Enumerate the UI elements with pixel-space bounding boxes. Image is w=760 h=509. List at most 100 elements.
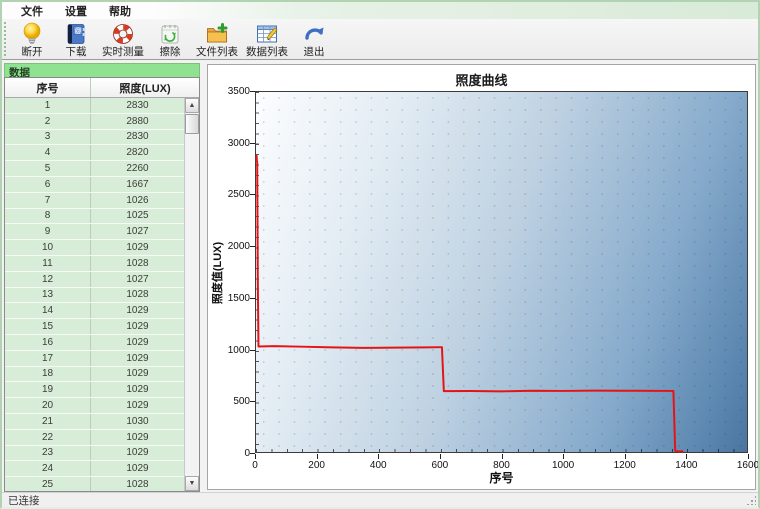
cell-lux: 1030 [126, 415, 149, 427]
table-row[interactable]: 20 1029 [5, 398, 184, 414]
scrollbar-track[interactable] [185, 134, 199, 476]
disconnect-button[interactable]: 断开 [10, 19, 54, 59]
menu-settings[interactable]: 设置 [56, 2, 96, 20]
cell-index: 1 [5, 98, 91, 113]
table-row[interactable]: 25 1028 [5, 477, 184, 491]
table-body: 1 2830 2 2880 3 2830 4 2820 5 2260 6 1667 7 1026 8 1025… [5, 98, 184, 491]
table-row[interactable]: 1 2830 [5, 98, 184, 114]
table-row[interactable]: 6 1667 [5, 176, 184, 193]
cell-index: 6 [5, 176, 91, 192]
cell-lux: 2830 [126, 99, 149, 111]
table-row[interactable]: 3 2830 [5, 129, 184, 146]
table-row[interactable]: 9 1027 [5, 224, 184, 241]
cell-index: 19 [5, 382, 91, 398]
column-header-lux[interactable]: 照度(LUX) [91, 78, 199, 97]
toolbar-label: 实时测量 [102, 46, 144, 58]
table-scrollbar[interactable]: ▲ ▼ [184, 98, 199, 491]
scroll-up-button[interactable]: ▲ [185, 98, 199, 113]
table-row[interactable]: 13 1028 [5, 287, 184, 304]
x-tick-mark [748, 454, 749, 459]
x-tick-label: 200 [308, 460, 325, 471]
cell-index: 16 [5, 334, 91, 350]
toolbar-grip[interactable] [3, 21, 8, 57]
x-tick-mark [439, 454, 441, 459]
table-row[interactable]: 16 1029 [5, 334, 184, 351]
table-row[interactable]: 14 1029 [5, 303, 184, 320]
table-row[interactable]: 4 2820 [5, 145, 184, 162]
y-tick-label: 2000 [227, 241, 250, 253]
table-row[interactable]: 17 1029 [5, 350, 184, 367]
cell-index: 2 [5, 113, 91, 129]
table-row[interactable]: 18 1029 [5, 366, 184, 383]
table-row[interactable]: 12 1027 [5, 271, 184, 288]
data-panel-title: 数据 [4, 63, 200, 79]
plot-area [255, 91, 748, 453]
cell-index: 4 [5, 145, 91, 161]
cell-lux: 2820 [126, 147, 149, 159]
table-row[interactable]: 5 2260 [5, 161, 184, 177]
table-row[interactable]: 15 1029 [5, 319, 184, 335]
toolbar: 断开 @ 下载 实时测量 擦除 文件列表 数据列表 退出 [2, 19, 758, 60]
cell-index: 13 [5, 287, 91, 303]
cell-index: 14 [5, 303, 91, 319]
table-row[interactable]: 2 2880 [5, 113, 184, 130]
x-tick-mark [686, 454, 688, 459]
exit-arrow-icon [305, 27, 324, 40]
table-row[interactable]: 7 1026 [5, 192, 184, 209]
cell-lux: 2880 [126, 115, 149, 127]
cell-index: 3 [5, 129, 91, 145]
y-tick-label: 1000 [227, 344, 250, 356]
toolbar-label: 数据列表 [246, 46, 288, 58]
scroll-down-button[interactable]: ▼ [185, 476, 199, 491]
table-row[interactable]: 21 1030 [5, 413, 184, 430]
table-row[interactable]: 22 1029 [5, 429, 184, 446]
cell-lux: 1029 [126, 336, 149, 348]
download-button[interactable]: @ 下载 [54, 19, 98, 59]
table-row[interactable]: 11 1028 [5, 255, 184, 272]
table-row[interactable]: 10 1029 [5, 240, 184, 256]
cell-index: 12 [5, 271, 91, 287]
table-row[interactable]: 19 1029 [5, 382, 184, 399]
erase-button[interactable]: 擦除 [148, 19, 192, 59]
exit-button[interactable]: 退出 [292, 19, 336, 59]
x-tick-label: 600 [431, 460, 449, 471]
menu-file[interactable]: 文件 [12, 2, 52, 20]
panel-splitter[interactable] [200, 63, 207, 492]
menu-bar: 文件 设置 帮助 [2, 2, 758, 19]
cell-lux: 1029 [126, 400, 149, 412]
scrollbar-thumb[interactable] [185, 114, 199, 134]
toolbar-label: 擦除 [159, 46, 181, 58]
bulb-icon [23, 22, 41, 44]
menu-help[interactable]: 帮助 [100, 2, 140, 20]
table-row[interactable]: 23 1029 [5, 445, 184, 462]
data-list-button[interactable]: 数据列表 [242, 19, 292, 59]
cell-index: 10 [5, 240, 91, 255]
cell-lux: 1027 [126, 273, 149, 285]
cell-index: 17 [5, 350, 91, 366]
toolbar-label: 文件列表 [196, 46, 238, 58]
cell-index: 15 [5, 319, 91, 334]
cell-lux: 1029 [126, 384, 149, 396]
table-row[interactable]: 24 1029 [5, 461, 184, 478]
cell-lux: 2830 [126, 131, 149, 143]
x-tick-label: 0 [252, 460, 258, 471]
y-tick-label: 500 [233, 396, 250, 408]
x-tick-label: 1600 [736, 460, 760, 471]
chart-panel: 照度曲线 照度值(LUX) 序号 0 500 1000 1500 2000 2500 300… [207, 64, 758, 490]
cell-lux: 1026 [126, 194, 149, 206]
resize-grip[interactable] [746, 495, 756, 505]
y-tick-mark [250, 142, 255, 144]
file-list-button[interactable]: 文件列表 [192, 19, 242, 59]
illuminance-curve [255, 154, 684, 453]
y-tick-mark [250, 297, 255, 299]
realtime-measure-button[interactable]: 实时测量 [98, 19, 148, 59]
column-header-index[interactable]: 序号 [5, 78, 91, 97]
table-row[interactable]: 8 1025 [5, 208, 184, 225]
x-tick-mark [316, 454, 318, 459]
data-panel: 数据 序号 照度(LUX) 1 2830 2 2880 3 2830 4 2820 5 2260 6… [4, 63, 200, 492]
x-tick-mark [255, 454, 256, 459]
x-tick-label: 1200 [613, 460, 636, 471]
cell-lux: 1028 [126, 257, 149, 269]
cell-lux: 1029 [126, 321, 149, 333]
cell-lux: 1029 [126, 463, 149, 475]
